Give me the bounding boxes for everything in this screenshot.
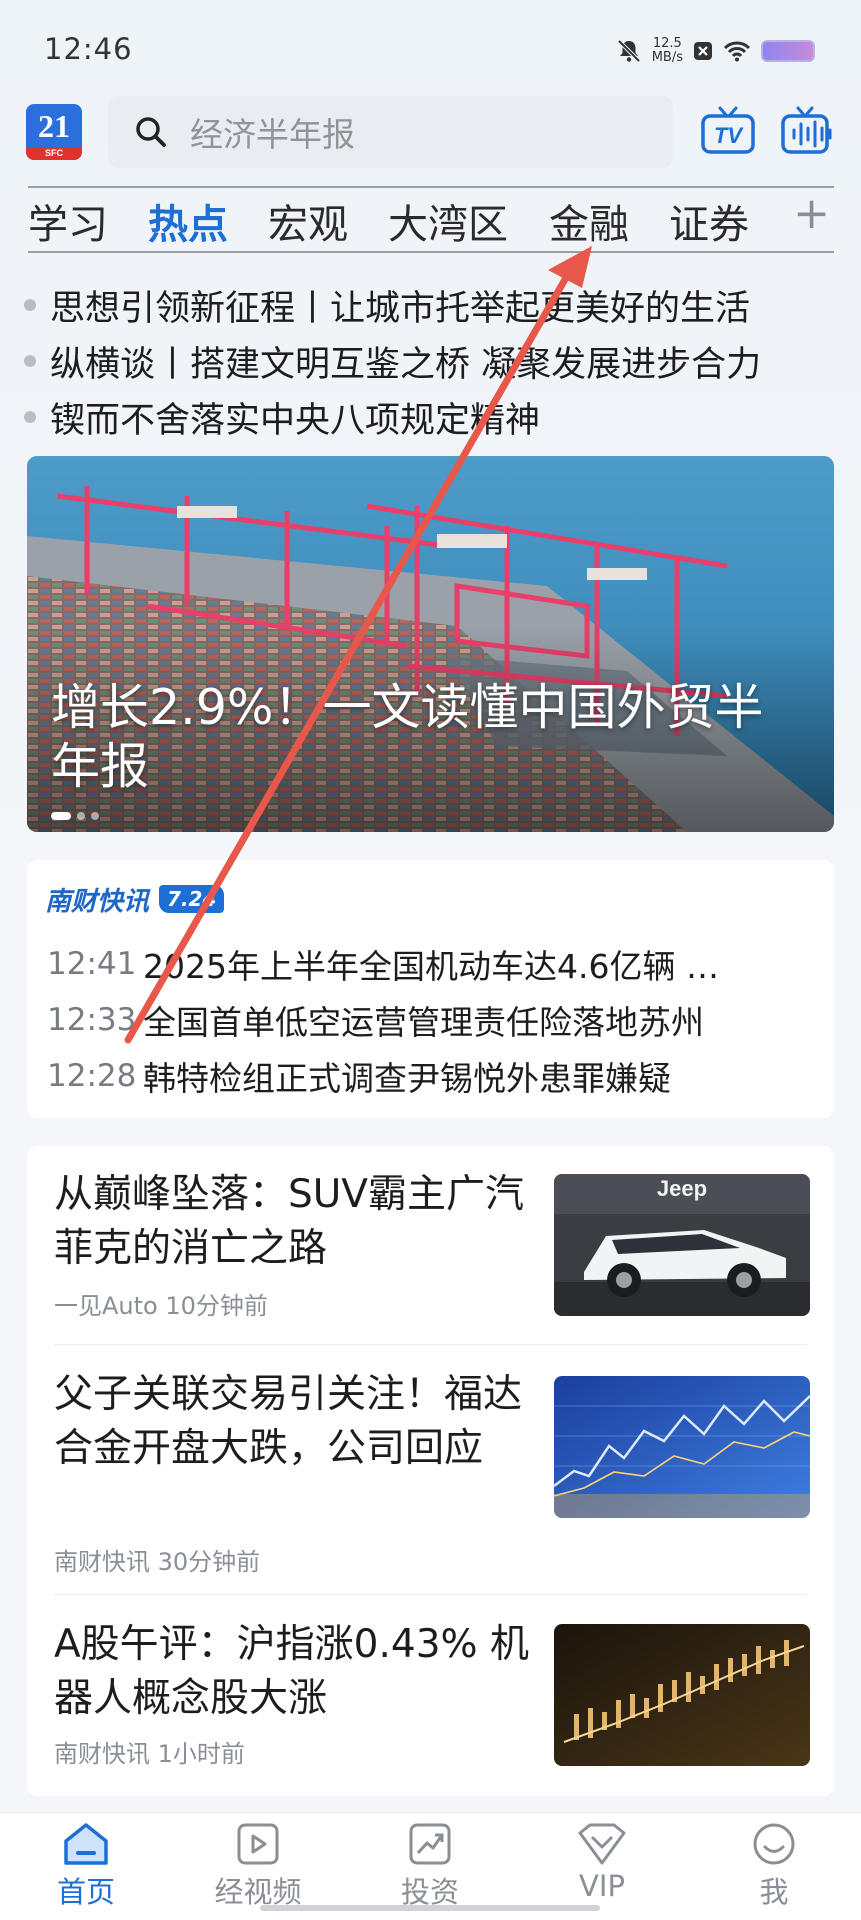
- status-bar: 12:46 12.5 MB/s: [0, 0, 861, 95]
- nav-vip[interactable]: VIP: [542, 1821, 662, 1903]
- net-speed: 12.5 MB/s: [652, 37, 683, 65]
- news-title: 父子关联交易引关注！福达合金开盘大跌，公司回应: [54, 1372, 523, 1471]
- hero-title: 增长2.9%！一文读懂中国外贸半年报: [51, 679, 764, 795]
- hero-banner[interactable]: 增长2.9%！一文读懂中国外贸半年报: [27, 456, 834, 832]
- news-meta: 一见Auto 10分钟前: [54, 1286, 268, 1321]
- headline-item[interactable]: 纵横谈丨搭建文明互鉴之桥 凝聚发展进步合力: [24, 336, 844, 386]
- news-time: 30分钟前: [157, 1548, 261, 1576]
- search-bar[interactable]: 经济半年报: [108, 96, 673, 168]
- news-source: 南财快讯: [54, 1548, 150, 1576]
- mute-bell-icon: [617, 39, 641, 63]
- logo-sub: SFC: [26, 147, 82, 160]
- status-icons: 12.5 MB/s: [616, 34, 815, 68]
- flash-item[interactable]: 12:28 韩特检组正式调查尹锡悦外患罪嫌疑: [47, 1052, 817, 1100]
- tab-study[interactable]: 学习: [28, 192, 108, 250]
- headline-item[interactable]: 锲而不舍落实中央八项规定精神: [24, 392, 844, 442]
- news-title: A股午评：沪指涨0.43% 机器人概念股大涨: [54, 1622, 529, 1721]
- carousel-dot-active: [51, 812, 71, 820]
- nav-label: 我: [759, 1875, 789, 1909]
- status-time: 12:46: [44, 32, 133, 66]
- news-divider: [54, 1594, 807, 1595]
- flash-time: 12:41: [47, 946, 137, 982]
- nav-invest[interactable]: 投资: [370, 1821, 490, 1911]
- candlestick-image: [554, 1624, 810, 1766]
- nav-video[interactable]: 经视频: [198, 1821, 318, 1911]
- svg-text:TV: TV: [714, 123, 744, 148]
- news-thumbnail: Jeep: [554, 1174, 810, 1316]
- nav-home[interactable]: 首页: [26, 1821, 146, 1911]
- home-indicator: [260, 1905, 600, 1911]
- nav-label: VIP: [579, 1869, 625, 1903]
- battery-icon: [761, 40, 815, 62]
- tab-hot[interactable]: 热点: [148, 192, 228, 250]
- flash-news-card[interactable]: 南财快讯 7.24 12:41 2025年上半年全国机动车达4.6亿辆 … 12…: [27, 860, 834, 1118]
- stock-chart-image: [554, 1376, 810, 1518]
- news-item[interactable]: A股午评：沪指涨0.43% 机器人概念股大涨 南财快讯 1小时前: [27, 1596, 834, 1796]
- audio-icon: [781, 106, 832, 154]
- wifi-icon: [723, 41, 751, 62]
- invest-icon: [409, 1823, 451, 1865]
- flash-brand: 南财快讯 7.24: [45, 882, 225, 917]
- flash-headline: 全国首单低空运营管理责任险落地苏州: [143, 1003, 704, 1042]
- tv-button[interactable]: TV: [700, 106, 756, 156]
- news-list: 从巅峰坠落：SUV霸主广汽菲克的消亡之路 一见Auto 10分钟前 Jeep 父…: [27, 1146, 834, 1796]
- flash-headline: 韩特检组正式调查尹锡悦外患罪嫌疑: [143, 1059, 671, 1098]
- news-thumbnail: [554, 1624, 810, 1766]
- video-icon: [237, 1823, 279, 1865]
- search-placeholder: 经济半年报: [190, 115, 355, 154]
- audio-button[interactable]: [780, 106, 836, 156]
- flash-headline: 2025年上半年全国机动车达4.6亿辆 …: [143, 947, 719, 986]
- carousel-dot: [77, 812, 85, 820]
- news-source: 一见Auto: [54, 1292, 158, 1320]
- suv-car-image: Jeep: [554, 1174, 810, 1316]
- news-divider: [54, 1344, 807, 1345]
- nav-label: 首页: [56, 1875, 115, 1909]
- news-source: 南财快讯: [54, 1740, 150, 1768]
- profile-icon: [753, 1823, 795, 1865]
- news-thumbnail: [554, 1376, 810, 1518]
- tab-finance[interactable]: 金融: [549, 192, 629, 250]
- logo-text: 21: [38, 108, 70, 144]
- news-item[interactable]: 从巅峰坠落：SUV霸主广汽菲克的消亡之路 一见Auto 10分钟前 Jeep: [27, 1146, 834, 1346]
- headline-text: 纵横谈丨搭建文明互鉴之桥 凝聚发展进步合力: [50, 344, 762, 385]
- app-logo[interactable]: 21 SFC: [26, 104, 82, 160]
- carousel-dot: [91, 812, 99, 820]
- net-speed-value: 12.5: [652, 36, 682, 51]
- carousel-indicator: [51, 812, 99, 820]
- thumb-brand-text: Jeep: [657, 1176, 707, 1201]
- tab-securities[interactable]: 证券: [669, 192, 749, 250]
- news-title: 从巅峰坠落：SUV霸主广汽菲克的消亡之路: [54, 1172, 524, 1271]
- notification-icon: [694, 42, 712, 60]
- category-tabs: 学习 热点 宏观 大湾区 金融 证券 +: [28, 188, 834, 254]
- tabs-bottom-divider: [28, 251, 834, 253]
- flash-item[interactable]: 12:41 2025年上半年全国机动车达4.6亿辆 …: [47, 940, 817, 988]
- add-tab-button[interactable]: +: [793, 188, 830, 239]
- tab-greater-bay[interactable]: 大湾区: [388, 192, 508, 250]
- headline-item[interactable]: 思想引领新征程丨让城市托举起更美好的生活: [24, 280, 844, 330]
- bottom-nav: 首页 经视频 投资 VIP 我: [0, 1812, 861, 1920]
- flash-time: 12:33: [47, 1002, 137, 1038]
- home-icon: [64, 1823, 108, 1865]
- news-time: 1小时前: [157, 1740, 245, 1768]
- flash-date-badge: 7.24: [159, 885, 225, 913]
- news-meta: 南财快讯 1小时前: [54, 1734, 245, 1769]
- news-item[interactable]: 父子关联交易引关注！福达合金开盘大跌，公司回应 南财快讯 30分钟前: [27, 1346, 834, 1596]
- search-icon: [136, 117, 166, 147]
- net-speed-unit: MB/s: [651, 50, 683, 65]
- flash-brand-name: 南财快讯: [45, 886, 150, 917]
- flash-time: 12:28: [47, 1058, 137, 1094]
- vip-icon: [578, 1823, 626, 1865]
- news-time: 10分钟前: [165, 1292, 268, 1320]
- flash-item[interactable]: 12:33 全国首单低空运营管理责任险落地苏州: [47, 996, 817, 1044]
- headline-text: 思想引领新征程丨让城市托举起更美好的生活: [50, 288, 751, 329]
- bullet-icon: [24, 355, 36, 367]
- tv-icon: TV: [701, 106, 755, 154]
- headline-text: 锲而不舍落实中央八项规定精神: [50, 400, 541, 441]
- bullet-icon: [24, 411, 36, 423]
- nav-profile[interactable]: 我: [714, 1821, 834, 1911]
- tab-macro[interactable]: 宏观: [268, 192, 348, 250]
- news-meta: 南财快讯 30分钟前: [54, 1542, 260, 1577]
- bullet-icon: [24, 299, 36, 311]
